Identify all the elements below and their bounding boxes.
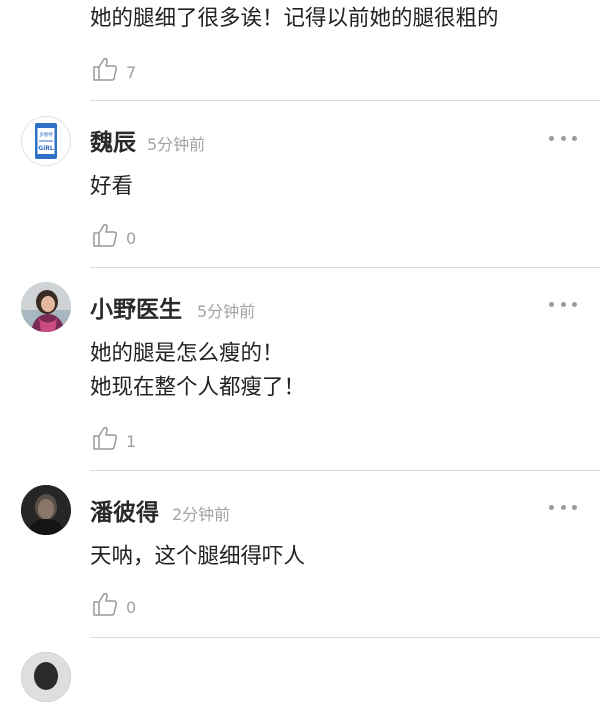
comment-item: 她的腿细了很多诶！记得以前她的腿很粗的 7 bbox=[0, 0, 600, 101]
comment-text-line: 她现在整个人都瘦了！ bbox=[90, 375, 306, 400]
comment-text: 天呐，这个腿细得吓人 bbox=[90, 540, 305, 574]
comment-text-line: 她的腿细了很多诶！记得以前她的腿很粗的 bbox=[90, 6, 499, 31]
comment-item-partial bbox=[0, 638, 600, 702]
like-count: 0 bbox=[126, 597, 137, 617]
comment-text: 好看 bbox=[90, 170, 133, 204]
avatar-logo-top-text: 多图特 bbox=[39, 131, 53, 138]
thumbs-up-icon bbox=[92, 56, 118, 82]
thumbs-up-icon bbox=[92, 425, 118, 451]
avatar[interactable] bbox=[21, 652, 71, 702]
author-name[interactable]: 潘彼得 bbox=[90, 493, 159, 527]
dark-portrait-icon bbox=[21, 485, 71, 535]
woman-photo-icon bbox=[21, 282, 71, 332]
comment-item: 潘彼得 2分钟前 天呐，这个腿细得吓人 0 bbox=[0, 471, 600, 638]
timestamp: 5分钟前 bbox=[197, 302, 256, 321]
girl-phone-logo-icon: 多图特 GiRL bbox=[35, 123, 57, 159]
author-name[interactable]: 魏辰 bbox=[90, 123, 136, 157]
comment-item: 多图特 GiRL 魏辰 5分钟前 好看 0 bbox=[0, 101, 600, 268]
thumbs-up-icon bbox=[92, 591, 118, 617]
comment-item: 小野医生 5分钟前 她的腿是怎么瘦的！ 她现在整个人都瘦了！ 1 bbox=[0, 268, 600, 471]
more-options-icon[interactable] bbox=[549, 503, 577, 511]
comment-text: 她的腿细了很多诶！记得以前她的腿很粗的 bbox=[90, 2, 499, 36]
avatar[interactable]: 多图特 GiRL bbox=[21, 116, 71, 166]
like-button[interactable]: 0 bbox=[92, 220, 136, 250]
avatar-logo-bottom-text: GiRL bbox=[38, 145, 54, 152]
avatar[interactable] bbox=[21, 485, 71, 535]
timestamp: 2分钟前 bbox=[172, 505, 231, 524]
more-options-icon[interactable] bbox=[549, 300, 577, 308]
like-count: 1 bbox=[126, 431, 137, 451]
comment-text: 她的腿是怎么瘦的！ 她现在整个人都瘦了！ bbox=[90, 337, 305, 405]
portrait-icon bbox=[21, 652, 71, 702]
comment-text-line: 她的腿是怎么瘦的！ bbox=[90, 341, 284, 366]
like-button[interactable]: 1 bbox=[92, 423, 136, 453]
like-button[interactable]: 0 bbox=[92, 589, 136, 619]
more-options-icon[interactable] bbox=[549, 134, 577, 142]
avatar[interactable] bbox=[21, 282, 71, 332]
like-button[interactable]: 7 bbox=[92, 54, 136, 84]
thumbs-up-icon bbox=[92, 222, 118, 248]
author-name[interactable]: 小野医生 bbox=[90, 290, 182, 324]
like-count: 7 bbox=[126, 62, 137, 82]
like-count: 0 bbox=[126, 228, 137, 248]
timestamp: 5分钟前 bbox=[147, 135, 206, 154]
comment-text-line: 好看 bbox=[90, 174, 134, 199]
comment-feed: 她的腿细了很多诶！记得以前她的腿很粗的 7 多图特 GiRL 魏辰 5分钟前 好… bbox=[0, 0, 600, 702]
comment-text-line: 天呐，这个腿细得吓人 bbox=[90, 544, 306, 569]
